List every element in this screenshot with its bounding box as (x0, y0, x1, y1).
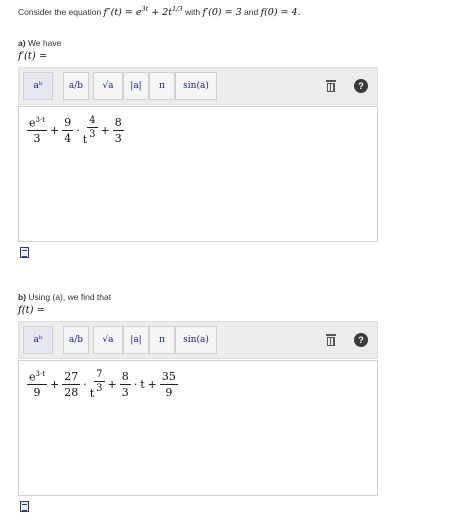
abs-icon: |a| (130, 81, 142, 91)
sin-button[interactable]: sin(a) (175, 326, 217, 354)
condition-2: f(0) = 4. (260, 7, 301, 19)
b-t: t (140, 378, 145, 391)
sqrt-button[interactable]: √a (93, 326, 123, 354)
a-dot: · (76, 124, 80, 137)
b-t-power: t 7 3 (89, 369, 105, 400)
sqrt-icon: √a (102, 335, 114, 345)
a-term1: e3·t 3 (27, 115, 48, 146)
b-op2: + (107, 378, 117, 391)
problem-statement: Consider the equation f″(t) = e3t + 2t1/… (18, 5, 468, 18)
exponent-icon: aᵇ (33, 81, 43, 91)
a-term3: 8 3 (112, 116, 124, 145)
condition-1: f′(0) = 3 (202, 7, 242, 19)
sqrt-button[interactable]: √a (93, 72, 123, 100)
fraction-icon: a/b (68, 335, 84, 345)
abs-button[interactable]: |a| (123, 326, 149, 354)
document-icon[interactable] (20, 501, 29, 512)
intro-with: with (184, 7, 201, 18)
exponent-button[interactable]: aᵇ (23, 326, 53, 354)
sin-icon: sin(a) (183, 335, 209, 345)
answer-a-expression: e3·t 3 + 9 4 · t 4 3 + 8 3 (27, 115, 124, 146)
intro-and: and (244, 7, 259, 18)
b-op1: + (50, 378, 60, 391)
b-op3: + (147, 378, 157, 391)
fraction-button[interactable]: a/b (63, 72, 89, 100)
intro-prefix: Consider the equation (18, 7, 102, 18)
document-icon[interactable] (20, 247, 29, 258)
trash-icon[interactable] (326, 334, 336, 346)
math-toolbar-b: aᵇ a/b √a |a| π sin(a) ? (18, 321, 378, 359)
toolbar-actions: ? (317, 68, 377, 104)
part-b-lhs: f(t) = (18, 305, 46, 316)
b-dot: · (83, 378, 87, 391)
exponent-icon: aᵇ (33, 335, 43, 345)
pi-icon: π (159, 81, 165, 91)
answer-input-a[interactable]: e3·t 3 + 9 4 · t 4 3 + 8 3 (18, 106, 378, 242)
part-a-lhs: f′(t) = (18, 51, 48, 62)
help-icon[interactable]: ? (354, 79, 368, 93)
answer-input-b[interactable]: e3·t 9 + 27 28 · t 7 3 + 8 3 · t + 35 9 (18, 360, 378, 496)
toolbar-actions: ? (317, 322, 377, 358)
answer-b-expression: e3·t 9 + 27 28 · t 7 3 + 8 3 · t + 35 9 (27, 369, 178, 400)
sin-icon: sin(a) (183, 81, 209, 91)
a-t-power: t 4 3 (82, 115, 98, 146)
part-a-label: a) We have (18, 38, 62, 48)
pi-button[interactable]: π (149, 72, 175, 100)
b-term2: 27 28 (62, 370, 81, 399)
sin-button[interactable]: sin(a) (175, 72, 217, 100)
sqrt-icon: √a (102, 81, 114, 91)
help-icon[interactable]: ? (354, 333, 368, 347)
exponent-button[interactable]: aᵇ (23, 72, 53, 100)
trash-icon[interactable] (326, 80, 336, 92)
b-term3: 8 3 (119, 370, 131, 399)
b-term1: e3·t 9 (27, 369, 48, 400)
pi-icon: π (159, 335, 165, 345)
abs-button[interactable]: |a| (123, 72, 149, 100)
b-dot2: · (133, 378, 138, 391)
a-op1: + (50, 124, 60, 137)
abs-icon: |a| (130, 335, 142, 345)
a-term2: 9 4 (62, 116, 74, 145)
a-op2: + (100, 124, 110, 137)
fraction-button[interactable]: a/b (63, 326, 89, 354)
b-term4: 35 9 (159, 370, 178, 399)
equation-lhs: f″(t) = e3t + 2t1/3 (103, 5, 183, 19)
math-toolbar-a: aᵇ a/b √a |a| π sin(a) ? (18, 67, 378, 105)
part-b-label: b) Using (a), we find that (18, 292, 112, 302)
pi-button[interactable]: π (149, 326, 175, 354)
fraction-icon: a/b (68, 81, 84, 91)
